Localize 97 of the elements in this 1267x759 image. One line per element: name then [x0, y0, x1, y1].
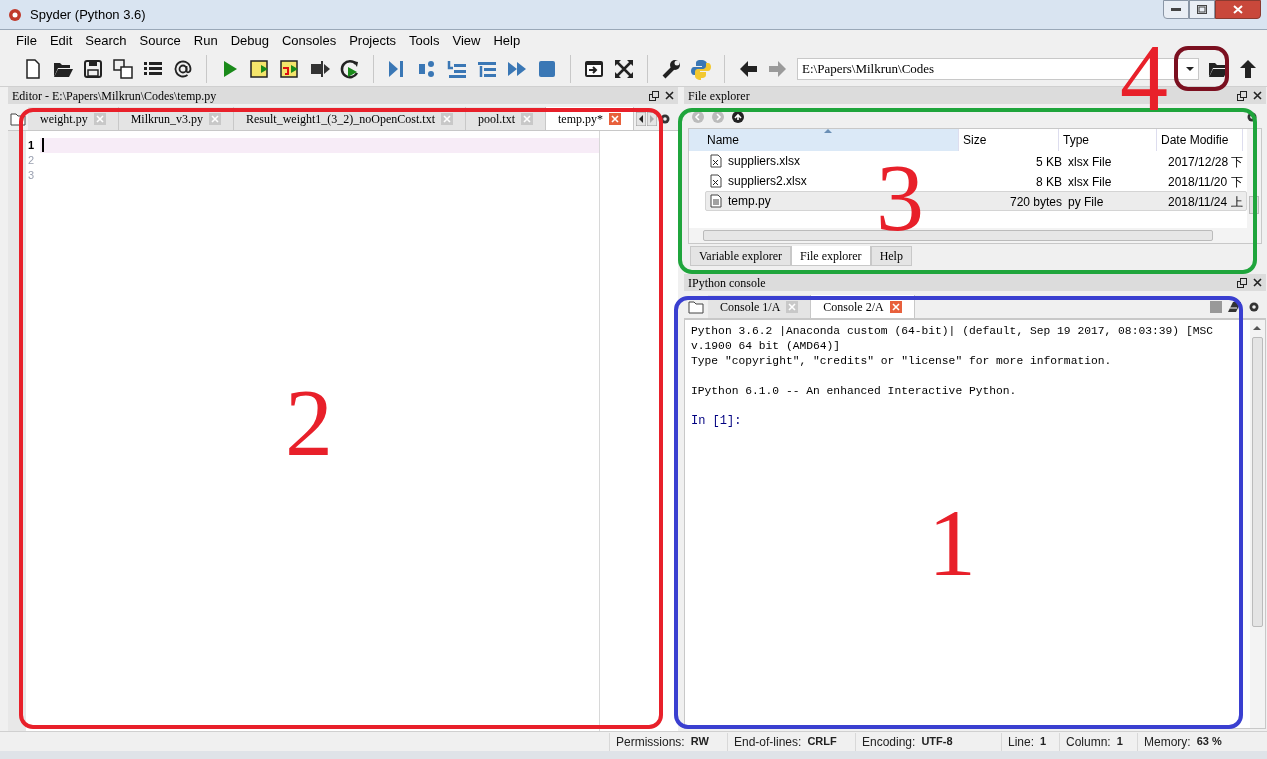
undock-icon[interactable] [1237, 277, 1247, 288]
status-value: 63 % [1196, 734, 1222, 750]
annotation-number: 1 [928, 495, 976, 591]
folder-icon[interactable] [688, 299, 704, 314]
file-size: 8 KB [1036, 175, 1062, 189]
pane-tab[interactable]: File explorer [790, 246, 871, 266]
file-date: 2017/12/28 下 [1168, 155, 1244, 169]
path-text: E:\Papers\Milkrun\Codes [802, 60, 935, 79]
status-label: End-of-lines: [734, 733, 802, 751]
line-number: 2 [28, 153, 36, 168]
menu-item[interactable]: Consoles [275, 31, 343, 51]
menu-item[interactable]: Search [79, 31, 133, 51]
python-logo-icon[interactable] [690, 58, 712, 80]
file-name: temp.py [728, 193, 771, 210]
maximize-pane-icon[interactable] [583, 58, 605, 80]
pane-title: IPython console [688, 274, 766, 292]
settings-icon[interactable] [659, 112, 672, 125]
console-line: v.1900 64 bit (AMD64)] [691, 339, 842, 354]
file-name: suppliers.xlsx [728, 153, 801, 170]
run-selection-icon[interactable] [309, 58, 331, 80]
maximize-button[interactable] [1189, 0, 1215, 19]
file-type: xlsx File [1068, 175, 1112, 189]
console-prompt: In [1]: [691, 414, 743, 429]
close-button[interactable] [1215, 0, 1261, 19]
up-icon[interactable] [732, 111, 744, 123]
dropdown-caret-icon[interactable] [1186, 67, 1194, 71]
menu-item[interactable]: Debug [224, 31, 275, 51]
menu-item[interactable]: Help [487, 31, 527, 51]
status-label: Memory: [1144, 733, 1191, 751]
file-type: py File [1068, 195, 1104, 209]
menu-item[interactable]: File [10, 31, 43, 51]
window-title: Spyder (Python 3.6) [30, 5, 146, 24]
status-value: 1 [1040, 734, 1047, 750]
file-type: xlsx File [1068, 155, 1112, 169]
column-header[interactable]: Name [689, 129, 959, 151]
pane-title: File explorer [688, 87, 750, 105]
text-cursor [42, 138, 44, 152]
file-date: 2018/11/20 下 [1168, 175, 1243, 189]
text-file-icon [710, 194, 722, 208]
close-icon[interactable] [1253, 91, 1262, 100]
file-name: suppliers2.xlsx [728, 173, 807, 190]
save-icon[interactable] [82, 58, 104, 80]
at-sign-icon[interactable] [172, 58, 194, 80]
menu-item[interactable]: View [446, 31, 487, 51]
folder-icon[interactable] [10, 111, 26, 126]
maximize-icon [1197, 5, 1207, 14]
pane-tab[interactable]: Help [870, 246, 912, 266]
wrench-icon[interactable] [660, 58, 682, 80]
close-icon[interactable] [665, 91, 674, 100]
scroll-left-icon[interactable] [636, 111, 647, 126]
console-line: Python 3.6.2 |Anaconda custom (64-bit)| (default, Sep 19 2017, 08:03:39) [MSC [691, 324, 1214, 339]
status-label: Encoding: [862, 733, 916, 751]
run-cell-advance-icon[interactable] [279, 58, 301, 80]
status-label: Column: [1066, 733, 1111, 751]
scroll-up-icon[interactable] [1253, 326, 1261, 330]
status-label: Line: [1008, 733, 1035, 751]
vertical-scrollbar[interactable] [1250, 320, 1265, 728]
sort-arrow-icon [824, 129, 832, 133]
step-into-icon[interactable] [446, 58, 468, 80]
spider-icon [8, 7, 22, 22]
minimize-button[interactable] [1163, 0, 1189, 19]
fullscreen-icon[interactable] [613, 58, 635, 80]
menu-item[interactable]: Edit [43, 31, 79, 51]
scroll-right-icon[interactable] [647, 111, 658, 126]
console-line: IPython 6.1.0 -- An enhanced Interactive Python. [691, 384, 1018, 399]
status-value: CRLF [807, 734, 837, 750]
line-number: 3 [28, 168, 36, 183]
run-cell-icon[interactable] [249, 58, 271, 80]
file-size: 5 KB [1036, 155, 1062, 169]
undock-icon[interactable] [1237, 90, 1247, 101]
status-value: UTF-8 [921, 734, 953, 750]
spreadsheet-file-icon [710, 154, 722, 168]
file-size: 720 bytes [1009, 195, 1062, 209]
rerun-icon[interactable] [339, 58, 361, 80]
menu-item[interactable]: Run [187, 31, 224, 51]
close-icon[interactable] [1253, 278, 1262, 287]
close-icon [1233, 5, 1243, 14]
status-label: Permissions: [616, 733, 685, 751]
file-date: 2018/11/24 上 [1168, 195, 1243, 209]
menu-item[interactable]: Projects [343, 31, 403, 51]
undock-icon[interactable] [649, 90, 659, 101]
spreadsheet-file-icon [710, 174, 722, 188]
back-icon[interactable] [692, 111, 704, 123]
menu-item[interactable]: Tools [403, 31, 446, 51]
line-number: 1 [28, 138, 36, 153]
annotation-number: 2 [285, 375, 333, 471]
status-value: RW [690, 734, 709, 750]
pane-tab[interactable]: Variable explorer [690, 246, 791, 266]
stop-icon[interactable] [536, 58, 558, 80]
save-all-icon[interactable] [112, 58, 134, 80]
console-line: Type "copyright", "credits" or "license" for more information. [691, 354, 1113, 369]
status-value: 1 [1116, 734, 1123, 750]
settings-icon[interactable] [1248, 300, 1260, 313]
minimize-icon [1171, 8, 1181, 11]
menu-item[interactable]: Source [133, 31, 187, 51]
pane-title: Editor - E:\Papers\Milkrun\Codes\temp.py [12, 87, 217, 105]
forward-icon[interactable] [712, 111, 724, 123]
